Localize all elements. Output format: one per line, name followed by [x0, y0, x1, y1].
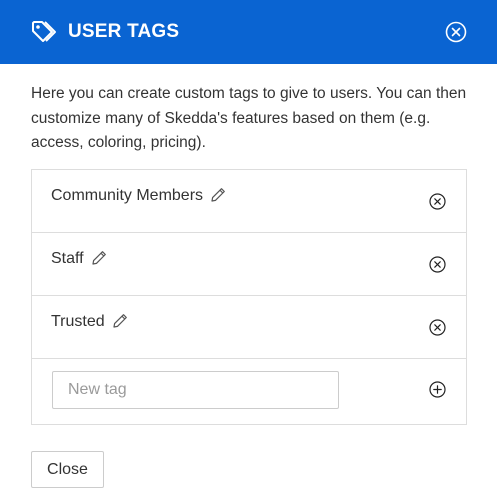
dialog-title: USER TAGS — [68, 21, 180, 42]
pencil-icon — [92, 251, 106, 265]
tag-list: Community Members Staff Trusted — [31, 169, 467, 425]
tag-row: Community Members — [32, 170, 466, 233]
add-circle-icon[interactable] — [429, 381, 446, 398]
dialog-header: USER TAGS — [0, 0, 497, 64]
tag-name: Trusted — [51, 313, 105, 330]
remove-circle-icon[interactable] — [429, 256, 446, 273]
tag-icon — [32, 21, 56, 42]
tag-edit-link[interactable]: Staff — [51, 249, 108, 269]
tag-name: Community Members — [51, 187, 204, 204]
tag-edit-link[interactable]: Community Members — [51, 186, 227, 206]
tag-row: Trusted — [32, 296, 466, 359]
close-circle-icon[interactable] — [445, 21, 467, 43]
tag-name: Staff — [51, 250, 84, 267]
new-tag-row — [32, 359, 466, 424]
tag-row: Staff — [32, 233, 466, 296]
intro-text: Here you can create custom tags to give … — [31, 85, 467, 151]
pencil-icon — [211, 188, 225, 202]
remove-circle-icon[interactable] — [429, 193, 446, 210]
pencil-icon — [113, 314, 127, 328]
remove-circle-icon[interactable] — [429, 319, 446, 336]
close-button[interactable]: Close — [31, 451, 104, 488]
tag-edit-link[interactable]: Trusted — [51, 312, 129, 332]
new-tag-input[interactable] — [52, 371, 339, 409]
